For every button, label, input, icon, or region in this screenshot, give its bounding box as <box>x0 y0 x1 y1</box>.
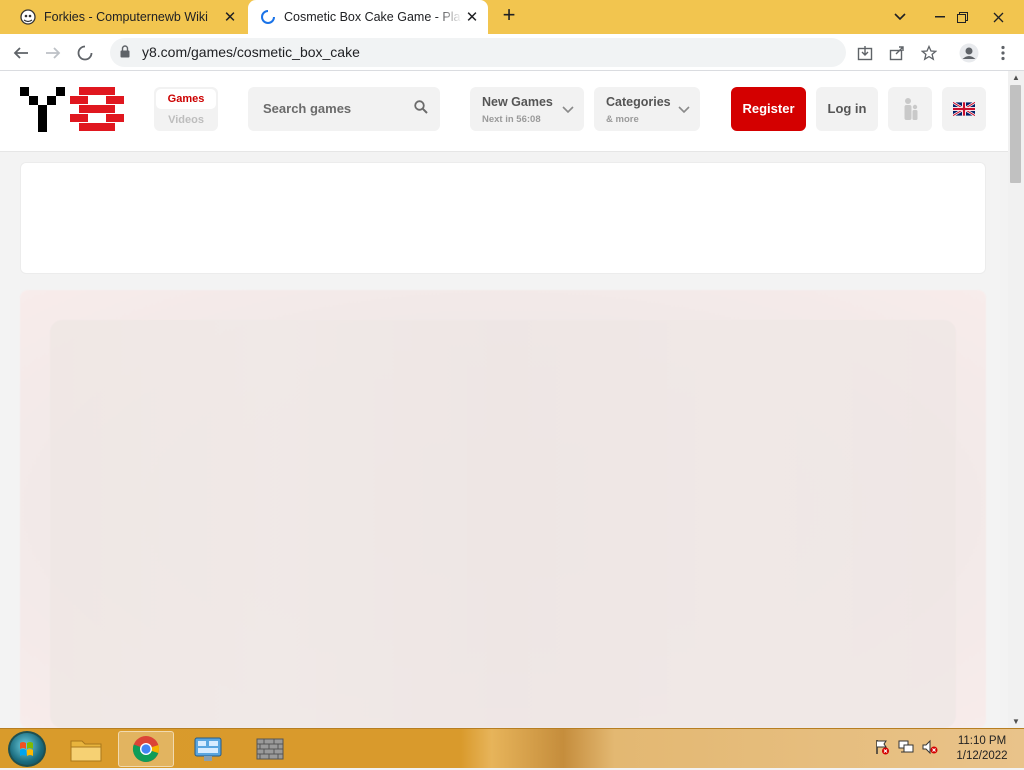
site-header: Games Videos Search games New Games Next… <box>0 71 1010 152</box>
monitor-settings-icon <box>194 737 222 761</box>
clock-date: 1/12/2022 <box>956 750 1008 762</box>
clock-time: 11:10 PM <box>957 735 1007 747</box>
scroll-up-arrow-icon[interactable]: ▲ <box>1012 73 1020 82</box>
action-center-flag-icon[interactable] <box>874 739 890 760</box>
lock-icon[interactable] <box>120 45 130 63</box>
tab-title: Forkies - Computernewb Wiki <box>44 10 208 24</box>
advertisement-slot <box>20 162 986 274</box>
new-tab-button[interactable]: + <box>498 4 520 27</box>
windows-taskbar: 11:10 PM 1/12/2022 <box>0 728 1024 768</box>
tab-search-chevron-icon[interactable] <box>880 0 920 34</box>
scrollbar-thumb[interactable] <box>1010 85 1021 183</box>
close-tab-icon[interactable]: ✕ <box>220 7 240 27</box>
register-button[interactable]: Register <box>731 87 806 131</box>
categories-dropdown[interactable]: Categories & more <box>594 87 700 131</box>
games-videos-toggle: Games Videos <box>154 87 218 131</box>
categories-label: Categories <box>606 95 671 109</box>
chevron-down-icon <box>562 101 574 119</box>
game-placeholder <box>50 320 956 728</box>
kebab-menu-icon[interactable] <box>990 40 1016 66</box>
uk-flag-icon <box>953 102 975 116</box>
file-explorer-taskbar-button[interactable] <box>58 731 114 767</box>
bookmark-star-icon[interactable] <box>916 40 942 66</box>
url-text: y8.com/games/cosmetic_box_cake <box>142 44 360 60</box>
control-panel-taskbar-button[interactable] <box>180 731 236 767</box>
share-icon[interactable] <box>884 40 910 66</box>
browser-toolbar: y8.com/games/cosmetic_box_cake <box>0 34 1024 71</box>
address-bar[interactable]: y8.com/games/cosmetic_box_cake <box>110 38 846 67</box>
scroll-down-arrow-icon[interactable]: ▼ <box>1012 717 1020 726</box>
search-input[interactable]: Search games <box>248 87 440 131</box>
tab-title: Cosmetic Box Cake Game - Play Online <box>284 10 462 24</box>
tab-strip: Forkies - Computernewb Wiki ✕ Cosmetic B… <box>0 0 1024 34</box>
folder-icon <box>70 740 102 762</box>
search-icon[interactable] <box>414 100 428 119</box>
parent-child-icon <box>904 98 918 120</box>
tab-computernewb-wiki[interactable]: Forkies - Computernewb Wiki ✕ <box>8 0 246 34</box>
new-games-countdown: Next in 56:08 <box>482 114 541 125</box>
profile-avatar-icon[interactable] <box>956 40 982 66</box>
chevron-down-icon <box>678 101 690 119</box>
categories-sub-label: & more <box>606 114 639 125</box>
new-games-label: New Games <box>482 95 553 109</box>
login-button[interactable]: Log in <box>816 87 878 131</box>
search-placeholder: Search games <box>263 101 352 116</box>
restore-icon[interactable] <box>942 0 982 34</box>
game-loading-area[interactable] <box>20 290 986 728</box>
volume-muted-icon[interactable] <box>922 739 938 760</box>
tab-cosmetic-box-cake[interactable]: Cosmetic Box Cake Game - Play Online ✕ <box>248 0 488 34</box>
start-button[interactable] <box>8 731 46 767</box>
close-tab-icon[interactable]: ✕ <box>462 7 482 27</box>
system-clock[interactable]: 11:10 PM 1/12/2022 <box>950 734 1014 764</box>
language-selector[interactable] <box>942 87 986 131</box>
back-arrow-icon[interactable] <box>8 40 34 66</box>
loading-spinner-icon <box>260 9 276 25</box>
install-app-icon[interactable] <box>852 40 878 66</box>
chrome-icon <box>132 736 160 763</box>
page-scrollbar[interactable]: ▲ ▼ <box>1008 71 1024 728</box>
forward-arrow-icon[interactable] <box>40 40 66 66</box>
windows-logo-icon <box>20 742 33 756</box>
firewall-taskbar-button[interactable] <box>242 731 298 767</box>
chrome-taskbar-button[interactable] <box>118 731 174 767</box>
network-icon[interactable] <box>898 739 914 760</box>
videos-toggle-option[interactable]: Videos <box>154 114 218 126</box>
new-games-dropdown[interactable]: New Games Next in 56:08 <box>470 87 584 131</box>
wiki-favicon-icon <box>20 9 36 25</box>
close-window-icon[interactable] <box>978 0 1018 34</box>
brick-wall-icon <box>256 738 284 760</box>
stop-loading-icon[interactable] <box>72 40 98 66</box>
games-toggle-option[interactable]: Games <box>156 89 216 109</box>
y8-logo[interactable] <box>20 87 124 133</box>
kids-mode-button[interactable] <box>888 87 932 131</box>
